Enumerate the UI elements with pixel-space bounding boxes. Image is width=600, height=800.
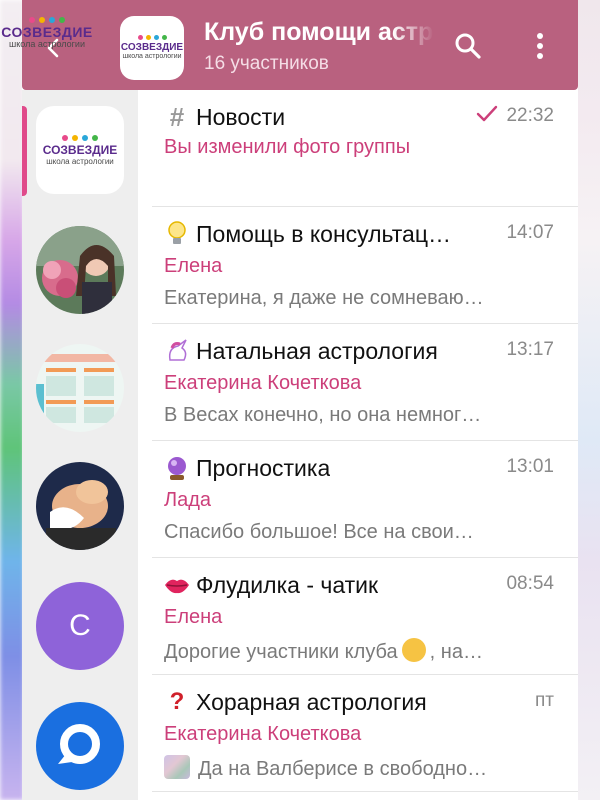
chat-title: Натальная астрология [196, 337, 438, 364]
chat-preview: Дорогие участники клуба , на… [164, 638, 534, 664]
chat-title-row: Прогностика [164, 453, 504, 483]
header-bar: СОЗВЕЗДИЕ школа астрологии Клуб помощи а… [22, 0, 578, 90]
chat-sender: Екатерина Кочеткова [164, 372, 362, 394]
crystal-ball-icon [164, 455, 190, 481]
chat-title: Хорарная астрология [196, 688, 427, 715]
group-avatar[interactable]: СОЗВЕЗДИЕ школа астрологии [120, 16, 184, 80]
logo-subtitle: школа астрологии [46, 156, 114, 166]
folders-rail: СОЗВЕЗДИЕ школа астрологии С [22, 90, 138, 800]
avatar-photo [36, 226, 124, 314]
read-check-icon [476, 105, 498, 122]
logo-brand-text: СОЗВЕЗДИЕ [120, 42, 184, 53]
chat-item-flood[interactable]: Флудилка - чатик 08:54 Елена Дорогие уча… [138, 558, 578, 675]
chat-title-row: # Новости [164, 102, 504, 132]
rail-item-letter[interactable]: С [36, 582, 124, 670]
chat-sender: Екатерина Кочеткова [164, 723, 362, 745]
chat-preview: Да на Валберисе в свободно… [164, 755, 534, 781]
chat-time: 22:32 [506, 105, 554, 126]
app-window: СОЗВЕЗДИЕ школа астрологии Клуб помощи а… [22, 0, 578, 800]
chat-title-row: Помощь в консультац… [164, 219, 504, 249]
chat-time: пт [535, 690, 554, 711]
member-count: 16 участников [204, 53, 329, 74]
chat-time: 13:01 [506, 456, 554, 477]
chat-time: 14:07 [506, 222, 554, 243]
chat-title-row: Флудилка - чатик [164, 570, 504, 600]
chat-preview: В Весах конечно, но она немног… [164, 404, 482, 426]
preview-text: Да на Валберисе в свободно… [198, 758, 488, 780]
chat-preview: Екатерина, я даже не сомневаю… [164, 287, 484, 309]
chat-item-prognostics[interactable]: Прогностика 13:01 Лада Спасибо большое! … [138, 441, 578, 558]
background-right-edge [576, 0, 600, 800]
rail-item-schedule[interactable] [36, 344, 124, 432]
unicorn-icon [164, 338, 190, 364]
active-indicator [22, 106, 27, 196]
more-vertical-icon [537, 33, 543, 59]
chat-title-row: ? Хорарная астрология [164, 687, 504, 717]
chat-item-help[interactable]: Помощь в консультац… 14:07 Елена Екатери… [138, 207, 578, 324]
chat-title: Флудилка - чатик [196, 571, 379, 598]
question-icon: ? [169, 688, 185, 715]
rail-item-photo[interactable] [36, 226, 124, 314]
chat-title: Новости [196, 103, 286, 130]
logo-dots [62, 134, 98, 141]
preview-text: Дорогие участники клуба [164, 641, 398, 663]
chat-title: Прогностика [196, 454, 331, 481]
avatar-cartoon [36, 462, 124, 550]
hash-icon: # [169, 101, 185, 132]
logo-dots [137, 35, 167, 40]
rail-item-school[interactable]: СОЗВЕЗДИЕ школа астрологии [36, 106, 124, 194]
logo-subtitle: школа астрологии [9, 39, 85, 49]
more-button[interactable] [522, 28, 558, 64]
lips-icon [164, 572, 190, 598]
rail-item-app[interactable] [36, 702, 124, 790]
media-thumbnail [164, 755, 190, 779]
search-icon [455, 33, 481, 59]
logo-subtitle: школа астрологии [122, 53, 182, 60]
logo-brand-text: СОЗВЕЗДИЕ [42, 142, 118, 157]
preview-text-end: , на… [429, 641, 483, 663]
chat-title-row: Натальная астрология [164, 336, 504, 366]
chat-last-message: Вы изменили фото группы [164, 136, 411, 158]
corner-logo: СОЗВЕЗДИЕ школа астрологии [1, 10, 93, 56]
group-title[interactable]: Клуб помощи астрологов [204, 18, 434, 50]
background-left-edge [0, 0, 24, 800]
lightbulb-icon [164, 221, 190, 247]
chat-time: 08:54 [506, 573, 554, 594]
chat-item-horary[interactable]: ? Хорарная астрология пт Екатерина Кочет… [138, 675, 578, 792]
logo-brand-text: СОЗВЕЗДИЕ [1, 24, 93, 40]
hugging-face-emoji-icon [401, 638, 426, 662]
chat-preview: Спасибо большое! Все на свои… [164, 521, 474, 543]
search-button[interactable] [450, 28, 486, 64]
avatar-schedule-image [36, 344, 124, 432]
rail-item-cartoon[interactable] [36, 462, 124, 550]
chat-sender: Елена [164, 255, 223, 277]
chat-sender: Лада [164, 489, 212, 511]
chat-time: 13:17 [506, 339, 554, 360]
chat-list: # Новости 22:32 Вы изменили фото группы … [138, 90, 578, 800]
divider [152, 791, 578, 792]
chat-title: Помощь в консультац… [196, 220, 451, 247]
chat-item-natal[interactable]: Натальная астрология 13:17 Екатерина Коч… [138, 324, 578, 441]
app-logo-icon [58, 724, 100, 764]
chat-item-news[interactable]: # Новости 22:32 Вы изменили фото группы [138, 90, 578, 207]
logo-dots [29, 17, 65, 23]
chat-sender: Елена [164, 606, 223, 628]
